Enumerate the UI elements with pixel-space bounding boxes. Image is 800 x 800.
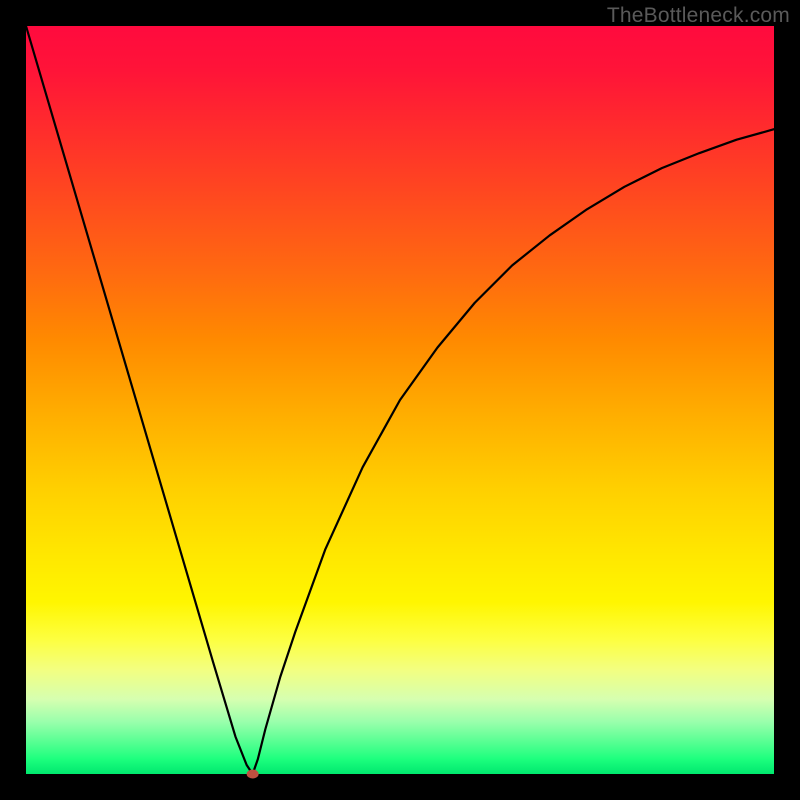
minimum-marker (247, 770, 259, 779)
curve-layer (26, 26, 774, 774)
right-branch-curve (253, 129, 774, 774)
left-branch-curve (26, 26, 253, 774)
chart-frame: TheBottleneck.com (0, 0, 800, 800)
watermark-text: TheBottleneck.com (607, 4, 790, 28)
